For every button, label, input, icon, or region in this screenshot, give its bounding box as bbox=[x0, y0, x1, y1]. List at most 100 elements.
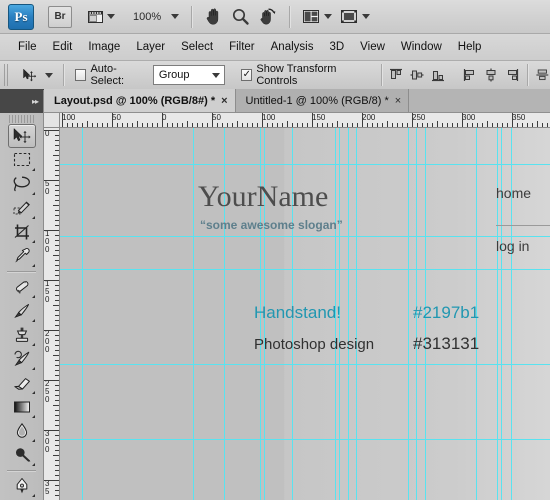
hand-tool-icon[interactable] bbox=[201, 4, 226, 30]
clone-stamp-tool[interactable] bbox=[8, 323, 36, 347]
blur-tool[interactable] bbox=[8, 419, 36, 443]
guide-vertical[interactable] bbox=[348, 128, 349, 500]
align-bottom-edges-icon[interactable] bbox=[430, 67, 446, 83]
document-tab-layout-psd[interactable]: Layout.psd @ 100% (RGB/8#) * × bbox=[44, 89, 236, 112]
ruler-tick bbox=[55, 475, 59, 476]
history-brush-tool[interactable] bbox=[8, 347, 36, 371]
menu-image[interactable]: Image bbox=[80, 38, 128, 56]
eyedropper-tool[interactable] bbox=[8, 244, 36, 268]
guide-vertical[interactable] bbox=[497, 128, 498, 500]
align-left-edges-icon[interactable] bbox=[462, 67, 478, 83]
guide-horizontal[interactable] bbox=[60, 439, 550, 440]
guide-vertical[interactable] bbox=[501, 128, 502, 500]
align-top-edges-icon[interactable] bbox=[388, 67, 404, 83]
guide-vertical[interactable] bbox=[356, 128, 357, 500]
ruler-tick bbox=[44, 430, 59, 431]
menu-window[interactable]: Window bbox=[393, 38, 450, 56]
document-tab-title: Untitled-1 @ 100% (RGB/8) * bbox=[245, 94, 389, 107]
document-canvas[interactable]: YourName “some awesome slogan” home log … bbox=[60, 128, 550, 500]
spot-healing-brush-tool[interactable] bbox=[8, 275, 36, 299]
menu-edit[interactable]: Edit bbox=[45, 38, 81, 56]
menu-view[interactable]: View bbox=[352, 38, 393, 56]
ruler-tick bbox=[55, 450, 59, 451]
ruler-tick bbox=[55, 415, 59, 416]
ruler-corner[interactable] bbox=[44, 113, 60, 128]
menu-select[interactable]: Select bbox=[173, 38, 221, 56]
auto-select-scope-dropdown[interactable]: Group bbox=[152, 65, 226, 85]
guide-vertical[interactable] bbox=[511, 128, 512, 500]
auto-select-checkbox[interactable] bbox=[75, 69, 87, 81]
ruler-tick bbox=[217, 123, 218, 127]
eraser-tool[interactable] bbox=[8, 371, 36, 395]
guide-horizontal[interactable] bbox=[60, 364, 550, 365]
lasso-tool[interactable] bbox=[8, 172, 36, 196]
ruler-tick bbox=[55, 135, 59, 136]
zoom-tool-icon[interactable] bbox=[228, 4, 253, 30]
menu-layer[interactable]: Layer bbox=[128, 38, 173, 56]
ruler-tick bbox=[142, 123, 143, 127]
toolbox-gripper[interactable] bbox=[9, 115, 34, 123]
ruler-tick bbox=[55, 245, 59, 246]
menu-3d[interactable]: 3D bbox=[321, 38, 352, 56]
ruler-label: 50 bbox=[212, 113, 221, 122]
document-tab-untitled-1[interactable]: Untitled-1 @ 100% (RGB/8) * × bbox=[235, 89, 410, 112]
ruler-tick bbox=[55, 440, 59, 441]
chevron-down-icon bbox=[212, 72, 221, 78]
crop-tool[interactable] bbox=[8, 220, 36, 244]
ruler-tick bbox=[53, 155, 59, 156]
guide-vertical[interactable] bbox=[193, 128, 194, 500]
menu-analysis[interactable]: Analysis bbox=[263, 38, 322, 56]
bridge-icon[interactable]: Br bbox=[48, 5, 72, 28]
ruler-tick bbox=[55, 150, 59, 151]
view-extras-icon[interactable] bbox=[84, 4, 118, 30]
screen-mode-icon[interactable] bbox=[337, 4, 373, 30]
quick-selection-tool[interactable] bbox=[8, 196, 36, 220]
ruler-tick bbox=[55, 375, 59, 376]
arrange-documents-glyph bbox=[303, 10, 320, 23]
ruler-tick bbox=[55, 175, 59, 176]
menu-file[interactable]: File bbox=[10, 38, 45, 56]
rotate-view-tool-icon[interactable] bbox=[255, 4, 280, 30]
guide-horizontal[interactable] bbox=[60, 269, 550, 270]
arrange-documents-icon[interactable] bbox=[299, 4, 335, 30]
menu-help[interactable]: Help bbox=[450, 38, 490, 56]
ruler-tick bbox=[55, 165, 59, 166]
guide-horizontal[interactable] bbox=[60, 236, 550, 237]
ruler-tick bbox=[267, 123, 268, 127]
ruler-tick bbox=[102, 123, 103, 127]
ruler-tick bbox=[55, 265, 59, 266]
ruler-tick bbox=[542, 123, 543, 127]
guide-vertical[interactable] bbox=[82, 128, 83, 500]
align-vertical-centers-icon[interactable] bbox=[409, 67, 425, 83]
align-horizontal-centers-icon[interactable] bbox=[483, 67, 499, 83]
pen-tool[interactable] bbox=[8, 474, 36, 498]
distribute-top-edges-icon[interactable] bbox=[535, 67, 550, 83]
ruler-tick bbox=[137, 121, 138, 127]
gradient-tool[interactable] bbox=[8, 395, 36, 419]
dodge-tool[interactable] bbox=[8, 443, 36, 467]
ruler-tick bbox=[302, 123, 303, 127]
ruler-tick bbox=[337, 121, 338, 127]
rectangular-marquee-tool[interactable] bbox=[8, 148, 36, 172]
ruler-tick bbox=[512, 113, 513, 127]
brush-tool[interactable] bbox=[8, 299, 36, 323]
horizontal-ruler[interactable]: 100 50 0 50 100 150 200 250 300 350 bbox=[44, 113, 550, 128]
move-tool[interactable] bbox=[7, 124, 36, 148]
ruler-tick bbox=[322, 123, 323, 127]
zoom-level-dropdown[interactable]: 100% bbox=[120, 4, 182, 30]
close-icon[interactable]: × bbox=[221, 95, 227, 107]
ruler-tick bbox=[152, 123, 153, 127]
menu-filter[interactable]: Filter bbox=[221, 38, 263, 56]
ps-logo-icon[interactable]: Ps bbox=[8, 3, 34, 30]
ruler-tick bbox=[242, 123, 243, 127]
tool-flyout-triangle bbox=[31, 463, 35, 466]
active-tool-preset-picker[interactable] bbox=[18, 62, 56, 88]
close-icon[interactable]: × bbox=[395, 95, 401, 107]
guide-horizontal[interactable] bbox=[60, 164, 550, 165]
vertical-ruler[interactable]: 0 50 100 150 200 250 300 35 bbox=[44, 128, 60, 500]
show-transform-controls-checkbox[interactable]: ✓ bbox=[241, 69, 253, 81]
toolbox-collapse-bar[interactable]: ▸▸ bbox=[0, 90, 43, 113]
options-bar-gripper[interactable] bbox=[4, 64, 11, 86]
guide-vertical[interactable] bbox=[408, 128, 409, 500]
align-right-edges-icon[interactable] bbox=[504, 67, 520, 83]
